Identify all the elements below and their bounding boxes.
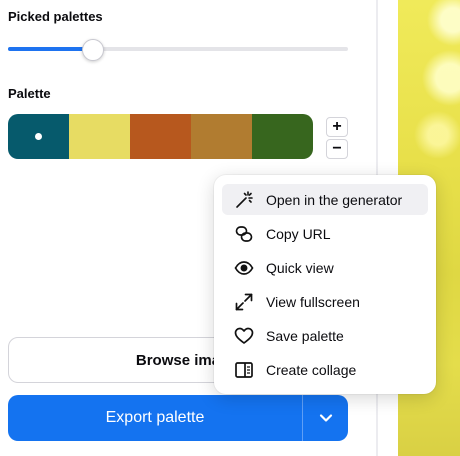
palette-title: Palette	[8, 86, 51, 101]
magic-wand-icon	[222, 184, 266, 215]
menu-item-label: Quick view	[266, 259, 334, 276]
link-icon	[222, 218, 266, 249]
palette-swatches	[8, 114, 313, 159]
menu-item-quick-view[interactable]: Quick view	[222, 252, 428, 283]
menu-item-label: Copy URL	[266, 225, 331, 242]
picked-palettes-slider-fill	[8, 47, 93, 51]
remove-color-button[interactable]: −	[326, 139, 348, 159]
menu-item-label: Open in the generator	[266, 191, 403, 208]
add-color-button[interactable]: +	[326, 117, 348, 137]
export-palette-button[interactable]: Export palette	[8, 395, 302, 441]
browse-images-label: Browse ima	[135, 351, 221, 369]
palette-swatch[interactable]	[252, 114, 313, 159]
export-palette-label: Export palette	[105, 409, 205, 426]
chevron-down-icon	[319, 414, 332, 422]
menu-item-create-collage[interactable]: Create collage	[222, 354, 428, 385]
picked-palettes-title: Picked palettes	[8, 9, 103, 24]
palette-swatch[interactable]	[69, 114, 130, 159]
picked-palettes-slider-thumb[interactable]	[82, 39, 104, 61]
expand-icon	[222, 286, 266, 317]
menu-item-open-in-generator[interactable]: Open in the generator	[222, 184, 428, 215]
heart-icon	[222, 320, 266, 351]
palette-swatch[interactable]	[191, 114, 252, 159]
selected-dot-icon	[35, 133, 42, 140]
menu-item-label: Save palette	[266, 327, 344, 344]
menu-item-copy-url[interactable]: Copy URL	[222, 218, 428, 249]
menu-item-view-fullscreen[interactable]: View fullscreen	[222, 286, 428, 317]
export-options-button[interactable]	[303, 395, 348, 441]
palette-swatch[interactable]	[8, 114, 69, 159]
menu-item-save-palette[interactable]: Save palette	[222, 320, 428, 351]
palette-options-menu: Open in the generator Copy URL Quick vie…	[214, 175, 436, 394]
palette-swatch[interactable]	[130, 114, 191, 159]
menu-item-label: View fullscreen	[266, 293, 360, 310]
eye-icon	[222, 252, 266, 283]
collage-icon	[222, 354, 266, 385]
menu-item-label: Create collage	[266, 361, 357, 378]
